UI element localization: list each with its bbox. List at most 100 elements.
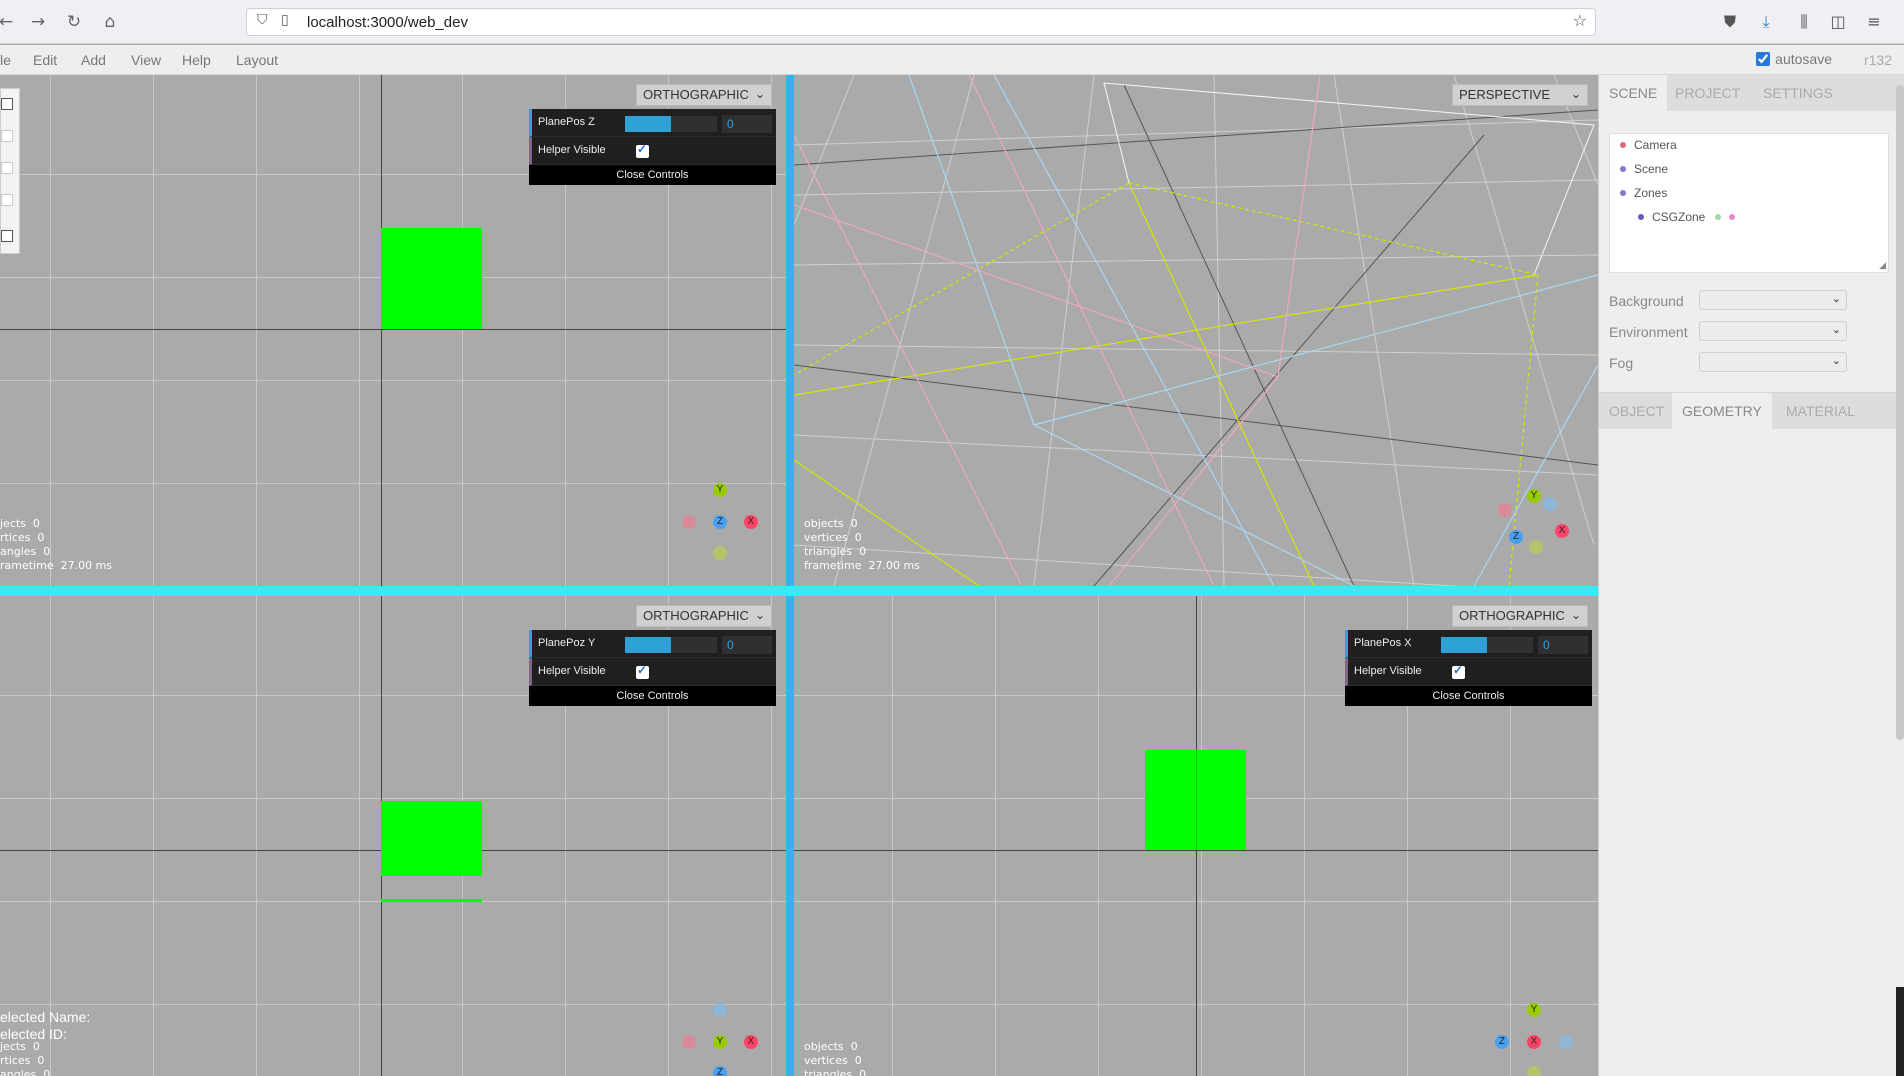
mesh-box[interactable] xyxy=(381,228,482,329)
sidebar-toggle-icon[interactable]: ◫ xyxy=(1826,10,1850,34)
chevron-down-icon: ⌄ xyxy=(1831,354,1841,367)
helper-visible-checkbox[interactable] xyxy=(636,142,649,158)
bookmark-star-icon[interactable]: ☆ xyxy=(1573,11,1587,30)
gizmo-negative-x[interactable] xyxy=(682,1035,696,1049)
page-info-icon[interactable]: ▯ xyxy=(281,12,289,28)
selection-info: elected Name: elected ID: xyxy=(0,1009,90,1043)
gizmo-negative-x[interactable] xyxy=(1498,503,1512,517)
menu-add[interactable]: Add xyxy=(81,52,106,68)
gizmo-y-axis[interactable]: Y xyxy=(713,483,727,497)
camera-select[interactable]: ORTHOGRAPHIC ⌄ xyxy=(1452,605,1588,627)
home-icon[interactable]: ⌂ xyxy=(98,10,122,34)
stat-triangles: triangles 0 xyxy=(804,1068,867,1076)
close-controls-button[interactable]: Close Controls xyxy=(1345,686,1592,706)
url-text[interactable]: localhost:3000/web_dev xyxy=(307,14,468,31)
tool-checkbox-1[interactable] xyxy=(1,98,13,110)
back-icon[interactable]: ← xyxy=(0,10,18,34)
gizmo-x-axis[interactable]: X xyxy=(1527,1035,1541,1049)
outliner-item-zones[interactable]: Zones xyxy=(1620,186,1667,200)
tool-checkbox-2[interactable] xyxy=(1,130,13,142)
gizmo-negative-y[interactable] xyxy=(713,546,727,560)
library-icon[interactable]: ⫼ xyxy=(1792,10,1816,34)
viewport-bottom-left[interactable]: ORTHOGRAPHIC ⌄ PlanePoz Y 0 Helper Visib… xyxy=(0,596,786,1076)
downloads-icon[interactable]: ⤓ xyxy=(1754,10,1778,34)
camera-select[interactable]: PERSPECTIVE ⌄ xyxy=(1452,84,1588,106)
pocket-icon[interactable]: ⛊ xyxy=(1718,10,1742,34)
gizmo-x-axis[interactable]: X xyxy=(1555,524,1569,538)
chevron-down-icon: ⌄ xyxy=(1570,87,1581,101)
outliner-item-csgzone[interactable]: CSGZone xyxy=(1638,210,1743,224)
close-controls-button[interactable]: Close Controls xyxy=(529,686,776,706)
gizmo-y-axis[interactable]: Y xyxy=(713,1035,727,1049)
forward-icon[interactable]: → xyxy=(26,10,50,34)
address-bar[interactable]: ⛉ ▯ localhost:3000/web_dev ☆ xyxy=(246,8,1596,36)
shield-icon[interactable]: ⛉ xyxy=(257,12,268,28)
plane-pos-input[interactable]: 0 xyxy=(722,115,772,133)
sidebar-scrollbar[interactable] xyxy=(1896,85,1904,740)
gizmo-y-axis[interactable]: Y xyxy=(1527,489,1541,503)
helper-visible-checkbox[interactable] xyxy=(1452,663,1465,679)
gizmo-y-axis[interactable]: Y xyxy=(1527,1003,1541,1017)
mesh-box[interactable] xyxy=(381,801,482,876)
app-menu-icon[interactable]: ≡ xyxy=(1862,10,1886,34)
gizmo-negative-z[interactable] xyxy=(1559,1035,1573,1049)
menu-file[interactable]: le xyxy=(0,52,11,68)
environment-select[interactable]: ⌄ xyxy=(1699,321,1847,341)
autosave-checkbox[interactable] xyxy=(1756,52,1771,66)
gizmo-negative-z[interactable] xyxy=(1543,497,1557,511)
menu-help[interactable]: Help xyxy=(182,52,211,68)
gizmo-z-axis[interactable]: Z xyxy=(713,515,727,529)
tab-object[interactable]: OBJECT xyxy=(1599,393,1674,429)
gizmo-negative-y[interactable] xyxy=(1527,1066,1541,1076)
reload-icon[interactable]: ↻ xyxy=(62,10,86,34)
slider-fill xyxy=(625,116,671,132)
camera-select[interactable]: ORTHOGRAPHIC ⌄ xyxy=(636,605,772,627)
menu-view[interactable]: View xyxy=(131,52,161,68)
tool-checkbox-5[interactable] xyxy=(1,230,13,242)
plane-pos-input[interactable]: 0 xyxy=(722,636,772,654)
gizmo-z-axis[interactable]: Z xyxy=(1495,1035,1509,1049)
tool-checkbox-4[interactable] xyxy=(1,194,13,206)
plane-pos-slider[interactable] xyxy=(625,637,717,653)
resize-handle-icon[interactable]: ◢ xyxy=(1879,261,1886,271)
tab-material[interactable]: MATERIAL xyxy=(1776,393,1865,429)
viewport-perspective[interactable]: PERSPECTIVE ⌄ objects 0 vertices 0 triangl… xyxy=(794,75,1598,586)
viewport-divider-horizontal[interactable] xyxy=(0,586,1598,596)
gizmo-negative-x[interactable] xyxy=(682,515,696,529)
gui-checkbox-row: Helper Visible xyxy=(529,658,776,686)
gizmo-x-axis[interactable]: X xyxy=(744,515,758,529)
viewport-divider-vertical[interactable] xyxy=(786,75,794,1076)
menu-edit[interactable]: Edit xyxy=(33,52,57,68)
tool-checkbox-3[interactable] xyxy=(1,162,13,174)
gui-slider-label: PlanePos X xyxy=(1354,637,1412,649)
autosave-toggle[interactable]: autosave xyxy=(1756,51,1832,67)
chevron-down-icon: ⌄ xyxy=(754,608,765,622)
viewport-bottom-right[interactable]: ORTHOGRAPHIC ⌄ PlanePos X 0 Helper Visib… xyxy=(794,596,1598,1076)
tab-scene[interactable]: SCENE xyxy=(1599,75,1668,111)
gizmo-z-axis[interactable]: Z xyxy=(713,1066,727,1076)
background-row: Background ⌄ xyxy=(1609,288,1899,314)
scene-outliner[interactable]: Camera Scene Zones CSGZone ◢ xyxy=(1609,133,1889,273)
material-dot-icon xyxy=(1729,214,1736,220)
gizmo-x-axis[interactable]: X xyxy=(744,1035,758,1049)
tab-project[interactable]: PROJECT xyxy=(1665,75,1750,111)
close-controls-button[interactable]: Close Controls xyxy=(529,165,776,185)
viewport-top-left[interactable]: ORTHOGRAPHIC ⌄ PlanePos Z 0 Helper Visib… xyxy=(0,75,786,586)
gizmo-negative-z[interactable] xyxy=(713,1003,727,1017)
gizmo-z-axis[interactable]: Z xyxy=(1509,530,1523,544)
outliner-item-camera[interactable]: Camera xyxy=(1620,138,1677,152)
plane-pos-slider[interactable] xyxy=(1441,637,1533,653)
plane-pos-input[interactable]: 0 xyxy=(1538,636,1588,654)
plane-pos-slider[interactable] xyxy=(625,116,717,132)
menu-layout[interactable]: Layout xyxy=(236,52,278,68)
fog-select[interactable]: ⌄ xyxy=(1699,352,1847,372)
controls-panel: PlanePos X 0 Helper Visible Close Contro… xyxy=(1345,630,1592,706)
mesh-edge[interactable] xyxy=(381,899,482,902)
tab-geometry[interactable]: GEOMETRY xyxy=(1672,393,1772,429)
camera-select[interactable]: ORTHOGRAPHIC ⌄ xyxy=(636,84,772,106)
tab-settings[interactable]: SETTINGS xyxy=(1753,75,1843,111)
background-select[interactable]: ⌄ xyxy=(1699,290,1847,310)
gizmo-negative-y[interactable] xyxy=(1529,540,1543,554)
helper-visible-checkbox[interactable] xyxy=(636,663,649,679)
outliner-item-scene[interactable]: Scene xyxy=(1620,162,1668,176)
